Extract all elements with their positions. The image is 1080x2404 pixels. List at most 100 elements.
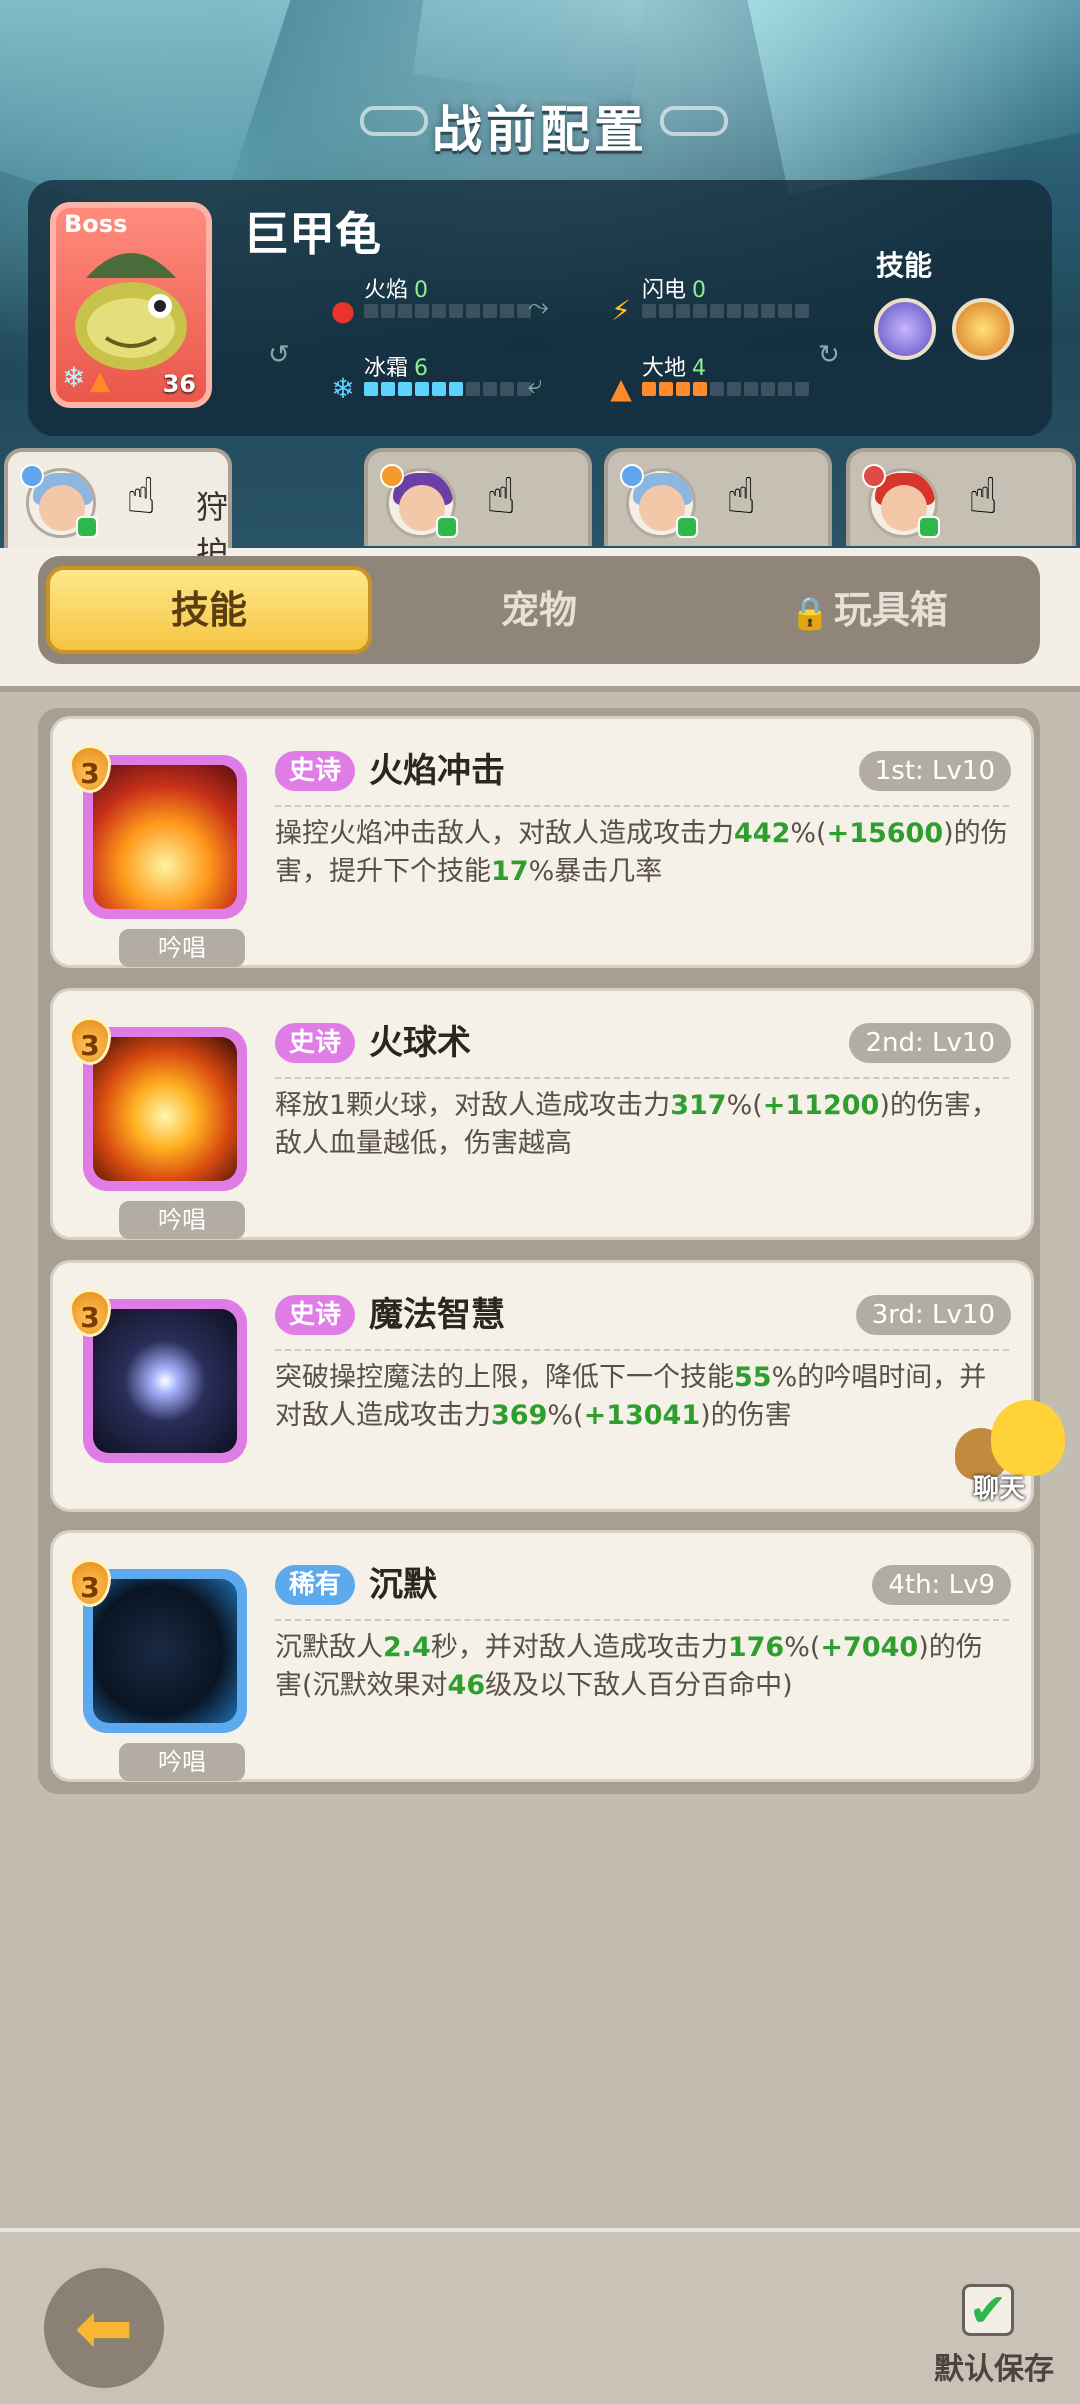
cycle-arrow-icon: ↺ — [268, 340, 290, 370]
frost-badge-icon — [620, 464, 644, 488]
highlight-value: 442 — [734, 818, 791, 849]
fire-drop-icon: ● — [330, 294, 356, 327]
check-icon: ✔ — [968, 2283, 1008, 2337]
skill-slot-level: 1st: Lv10 — [858, 751, 1011, 791]
stat-lightning-label: 闪电 — [642, 278, 687, 303]
hero-tab-3[interactable]: ☝ — [604, 448, 832, 546]
stat-frost-bar — [364, 382, 531, 396]
skill-name: 火球术 — [369, 1023, 471, 1063]
hero-tab-2[interactable]: ☝ — [364, 448, 592, 546]
chat-badge-icon — [676, 516, 698, 538]
bottom-bar: ⬅ ✔ 默认保存 — [0, 2228, 1080, 2404]
highlight-value: +7040 — [820, 1632, 919, 1663]
tab-skills[interactable]: 技能 — [46, 566, 372, 654]
highlight-value: +13041 — [583, 1400, 701, 1431]
chat-label: 聊天 — [973, 1474, 1026, 1504]
skill-name: 火焰冲击 — [369, 751, 505, 791]
earth-element-icon: ▲ — [90, 366, 110, 396]
divider — [275, 805, 1009, 807]
stat-frost-value: 6 — [414, 356, 429, 381]
highlight-value: 46 — [447, 1670, 486, 1701]
skill-card-1[interactable]: 3 吟唱 史诗 火焰冲击 1st: Lv10 操控火焰冲击敌人，对敌人造成攻击力… — [50, 716, 1034, 968]
skill-card-4[interactable]: 3 吟唱 稀有 沉默 4th: Lv9 沉默敌人2.4秒，并对敌人造成攻击力17… — [50, 1530, 1034, 1782]
boss-level: 36 — [162, 370, 196, 398]
tap-hand-icon: ☝ — [126, 467, 157, 525]
description-text: 沉默敌人 — [275, 1632, 383, 1663]
skill-slot-level: 3rd: Lv10 — [855, 1295, 1011, 1335]
highlight-value: 2.4 — [383, 1632, 431, 1663]
cycle-arrow-icon: ⤳ — [528, 292, 549, 322]
save-label: 默认保存 — [934, 2352, 1054, 2387]
description-text: %( — [790, 818, 827, 849]
category-tab-bar: 技能 宠物 🔒 玩具箱 — [38, 556, 1040, 664]
hero-tab-1[interactable]: ☝ 狩护 — [4, 448, 232, 572]
highlight-value: 317 — [670, 1090, 727, 1121]
skill-card-2[interactable]: 3 吟唱 史诗 火球术 2nd: Lv10 释放1颗火球，对敌人造成攻击力317… — [50, 988, 1034, 1240]
skill-card-3[interactable]: 3 史诗 魔法智慧 3rd: Lv10 突破操控魔法的上限，降低下一个技能55%… — [50, 1260, 1034, 1512]
frost-badge-icon — [20, 464, 44, 488]
cast-tag: 吟唱 — [119, 1201, 245, 1239]
description-text: %( — [726, 1090, 763, 1121]
tab-toybox[interactable]: 🔒 玩具箱 — [706, 566, 1032, 654]
stat-earth-value: 4 — [692, 356, 707, 381]
stat-fire-value: 0 — [414, 278, 429, 303]
hero-tab-4[interactable]: ☝ — [846, 448, 1076, 546]
description-text: 操控火焰冲击敌人，对敌人造成攻击力 — [275, 818, 734, 849]
stat-fire-bar — [364, 304, 531, 318]
stat-earth-label: 大地 — [642, 356, 687, 381]
stat-earth-bar — [642, 382, 809, 396]
tap-hand-icon: ☝ — [486, 467, 517, 525]
stat-lightning-value: 0 — [692, 278, 707, 303]
stat-lightning-bar — [642, 304, 809, 318]
cycle-arrow-icon: ↻ — [818, 340, 840, 370]
highlight-value: 369 — [491, 1400, 548, 1431]
flame-burst-icon — [93, 765, 237, 909]
description-text: %( — [784, 1632, 821, 1663]
highlight-value: 55 — [734, 1362, 772, 1393]
lightning-icon: ⚡ — [611, 294, 631, 327]
divider — [275, 1349, 1009, 1351]
back-arrow-icon: ⬅ — [74, 2287, 134, 2369]
skill-slot-level: 4th: Lv9 — [872, 1565, 1011, 1605]
save-checkbox[interactable]: ✔ — [962, 2284, 1014, 2336]
description-text: 释放1颗火球，对敌人造成攻击力 — [275, 1090, 671, 1121]
skill-description: 操控火焰冲击敌人，对敌人造成攻击力442%(+15600)的伤害，提升下个技能1… — [275, 815, 1009, 891]
tab-toybox-label: 玩具箱 — [833, 588, 948, 632]
chat-badge-icon — [918, 516, 940, 538]
description-text: 突破操控魔法的上限，降低下一个技能 — [275, 1362, 734, 1393]
divider — [275, 1619, 1009, 1621]
back-button[interactable]: ⬅ — [44, 2268, 164, 2388]
boss-info-panel: Boss ❄ ▲ 36 巨甲龟 ● 火焰 0 ⚡ 闪电 0 ❄ 冰霜 6 ▲ 大地 4 … — [28, 180, 1052, 436]
crown-skill-icon[interactable] — [952, 298, 1014, 360]
divider — [0, 686, 1080, 692]
chat-button[interactable]: 聊天 — [955, 1400, 1075, 1510]
highlight-value: 176 — [727, 1632, 785, 1663]
boss-portrait[interactable]: Boss ❄ ▲ 36 — [50, 202, 212, 408]
description-text: %( — [547, 1400, 584, 1431]
highlight-value: +15600 — [826, 818, 944, 849]
chat-blob-icon — [991, 1400, 1065, 1476]
rarity-badge: 史诗 — [275, 1295, 356, 1335]
highlight-value: 17 — [491, 856, 529, 887]
description-text: )的伤害 — [700, 1400, 792, 1431]
cycle-arrow-icon: ⤶ — [528, 370, 543, 400]
snowflake-icon: ❄ — [331, 372, 355, 405]
tap-hand-icon: ☝ — [968, 467, 999, 525]
skill-name: 沉默 — [369, 1565, 437, 1605]
chat-badge-icon — [436, 516, 458, 538]
tap-hand-icon: ☝ — [726, 467, 757, 525]
tab-pets[interactable]: 宠物 — [376, 566, 702, 654]
boss-name: 巨甲龟 — [243, 207, 381, 261]
skill-description: 突破操控魔法的上限，降低下一个技能55%的吟唱时间，并对敌人造成攻击力369%(… — [275, 1359, 1009, 1435]
fire-badge-icon — [862, 464, 886, 488]
lock-icon: 🔒 — [790, 593, 830, 632]
rarity-badge: 稀有 — [275, 1565, 356, 1605]
fire-badge-icon — [380, 464, 404, 488]
divider — [275, 1077, 1009, 1079]
fireball-icon — [93, 1037, 237, 1181]
mountain-icon: ▲ — [610, 372, 632, 405]
description-text: 级及以下敌人百分百命中) — [485, 1670, 793, 1701]
swirl-skill-icon[interactable] — [874, 298, 936, 360]
stat-frost-label: 冰霜 — [364, 356, 409, 381]
stat-fire-label: 火焰 — [364, 278, 409, 303]
